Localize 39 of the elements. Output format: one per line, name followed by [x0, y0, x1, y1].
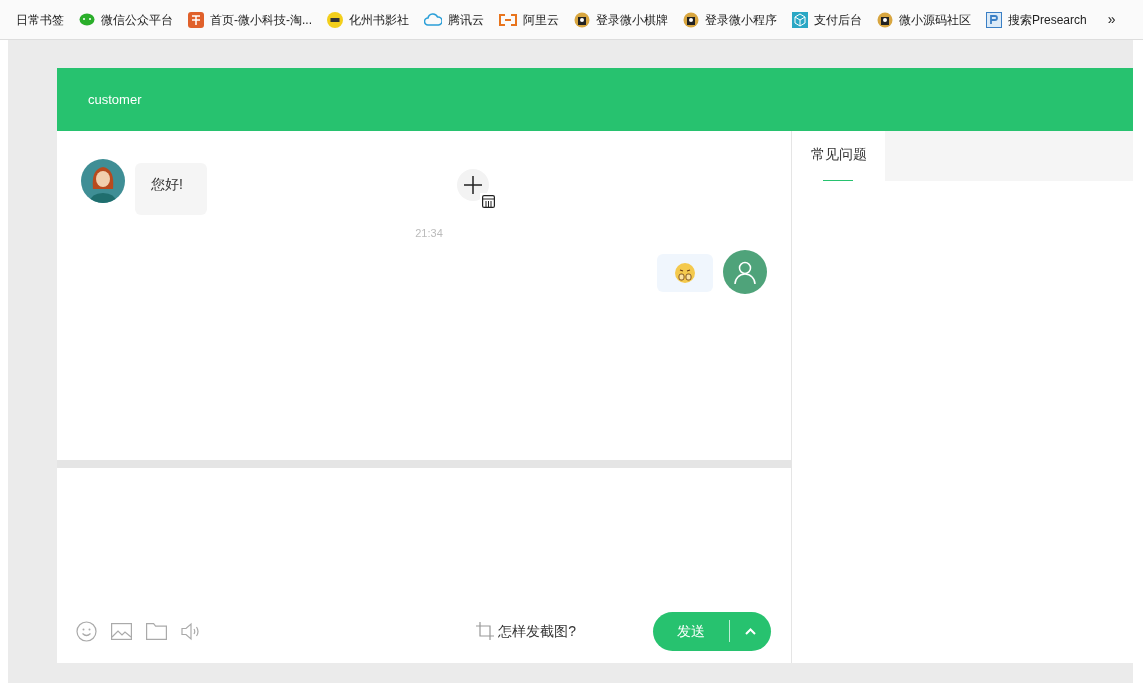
bookmark-label[interactable]: 微小源码社区 — [899, 10, 971, 29]
mascot-icon — [877, 11, 893, 28]
folder-icon[interactable] — [146, 622, 167, 640]
bookmark-label[interactable]: 腾讯云 — [448, 10, 484, 29]
screenshot-help-link[interactable]: 怎样发截图? — [498, 620, 576, 642]
cloud-icon — [424, 13, 442, 26]
side-tab[interactable]: 常见问题 — [792, 131, 885, 181]
bookmark-label[interactable]: 登录微小程序 — [705, 10, 777, 29]
bookmark-label[interactable]: 首页-微小科技-淘... — [210, 10, 312, 29]
add-button[interactable] — [457, 169, 489, 201]
crop-icon[interactable] — [476, 622, 495, 640]
bookmark-label[interactable]: 微信公众平台 — [101, 10, 173, 29]
bookmark-label[interactable]: 支付后台 — [814, 10, 862, 29]
message-bubble: 您好! — [135, 163, 207, 215]
emoji-sticker — [674, 261, 696, 284]
calculator-icon[interactable] — [480, 193, 496, 209]
image-icon[interactable] — [111, 622, 132, 640]
chat-title: customer — [88, 90, 142, 109]
shop-icon — [188, 11, 204, 28]
bracket-icon — [499, 13, 517, 26]
ticket-icon — [327, 11, 343, 28]
more-bookmarks-button[interactable]: » — [1107, 9, 1116, 30]
user-avatar — [723, 249, 767, 294]
mascot-icon — [683, 11, 699, 28]
bookmark-link[interactable]: 日常书签 — [16, 10, 64, 29]
caret-up-icon — [745, 627, 756, 635]
agent-avatar — [81, 159, 125, 203]
letter-icon — [986, 11, 1002, 28]
bookmark-label[interactable]: 阿里云 — [523, 10, 559, 29]
plus-icon — [463, 175, 483, 195]
mascot-icon — [574, 11, 590, 28]
emoji-icon[interactable] — [76, 620, 97, 642]
speaker-icon[interactable] — [181, 621, 200, 641]
bookmark-label[interactable]: 搜索Presearch — [1008, 10, 1087, 29]
bookmark-label[interactable]: 化州书影社 — [349, 10, 409, 29]
cube-icon — [792, 11, 808, 28]
bookmark-label[interactable]: 登录微小棋牌 — [596, 10, 668, 29]
chat-bubble-icon — [79, 12, 95, 27]
message-time: 21:34 — [414, 226, 444, 241]
